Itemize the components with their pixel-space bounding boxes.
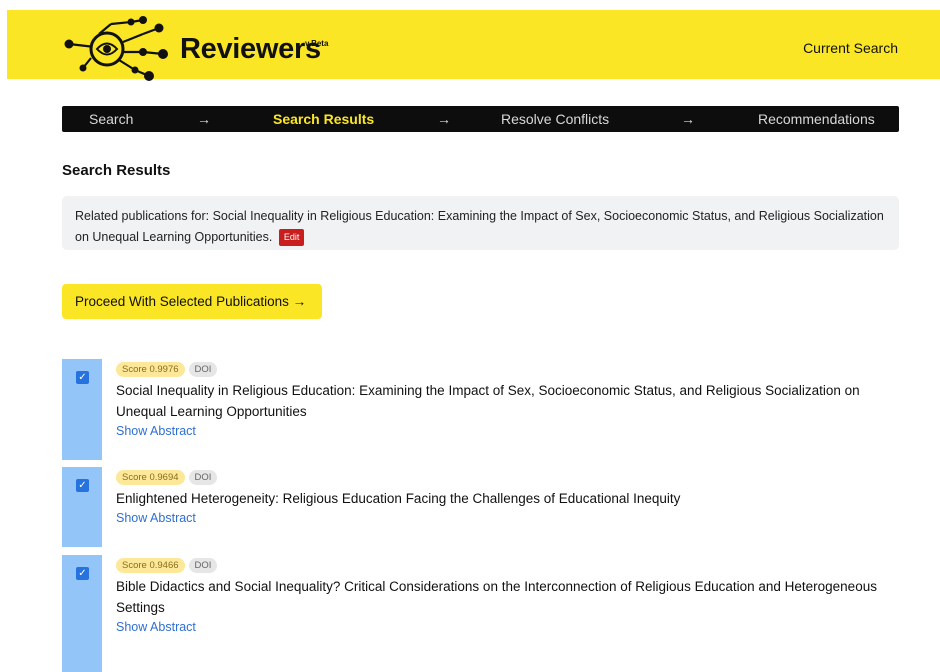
- step-arrow-icon: →: [437, 111, 451, 127]
- query-prefix: Related publications for:: [75, 209, 210, 223]
- badges-row: Score 0.9694 DOI: [116, 467, 896, 485]
- select-checkbox[interactable]: ✓: [76, 371, 89, 384]
- publication-body: Score 0.9976 DOI Social Inequality in Rel…: [116, 359, 896, 440]
- show-abstract-link[interactable]: Show Abstract: [116, 424, 196, 438]
- score-badge: Score 0.9694: [116, 470, 185, 485]
- step-recommendations[interactable]: Recommendations: [758, 111, 875, 127]
- publication-title: Enlightened Heterogeneity: Religious Edu…: [116, 491, 681, 506]
- score-badge: Score 0.9976: [116, 362, 185, 377]
- select-checkbox[interactable]: ✓: [76, 479, 89, 492]
- publication-title: Bible Didactics and Social Inequality? C…: [116, 579, 877, 615]
- step-arrow-icon: →: [197, 111, 211, 127]
- publication-body: Score 0.9466 DOI Bible Didactics and Soci…: [116, 555, 896, 636]
- selection-bar[interactable]: ✓: [62, 467, 102, 547]
- select-checkbox[interactable]: ✓: [76, 567, 89, 580]
- page-title: Search Results: [62, 162, 171, 179]
- proceed-button[interactable]: Proceed With Selected Publications →: [62, 284, 322, 319]
- publication-title: Social Inequality in Religious Education…: [116, 383, 860, 419]
- network-logo-icon: [64, 16, 168, 81]
- top-header: Reviewers v.Beta Current Search: [7, 10, 940, 81]
- step-search[interactable]: Search: [89, 111, 133, 127]
- show-abstract-link[interactable]: Show Abstract: [116, 620, 196, 634]
- brand-name[interactable]: Reviewers: [180, 33, 321, 66]
- badges-row: Score 0.9976 DOI: [116, 359, 896, 377]
- selection-bar[interactable]: ✓: [62, 359, 102, 460]
- step-search-results[interactable]: Search Results: [273, 111, 374, 127]
- current-search-link[interactable]: Current Search: [803, 40, 898, 56]
- doi-badge[interactable]: DOI: [188, 362, 218, 377]
- edit-query-button[interactable]: Edit: [278, 229, 305, 246]
- step-resolve-conflicts[interactable]: Resolve Conflicts: [501, 111, 609, 127]
- step-arrow-icon: →: [681, 111, 695, 127]
- score-badge: Score 0.9466: [116, 558, 185, 573]
- progress-stepper: Search → Search Results → Resolve Confli…: [62, 106, 899, 132]
- query-summary: Related publications for: Social Inequal…: [62, 196, 899, 250]
- publication-item[interactable]: ✓ Score 0.9694 DOI Enlightened Heterogene…: [62, 467, 902, 547]
- selection-bar[interactable]: ✓: [62, 555, 102, 672]
- show-abstract-link[interactable]: Show Abstract: [116, 511, 196, 525]
- publication-item[interactable]: ✓ Score 0.9466 DOI Bible Didactics and So…: [62, 555, 902, 672]
- publication-body: Score 0.9694 DOI Enlightened Heterogeneit…: [116, 467, 896, 527]
- badges-row: Score 0.9466 DOI: [116, 555, 896, 573]
- doi-badge[interactable]: DOI: [188, 558, 218, 573]
- version-label: v.Beta: [305, 39, 329, 48]
- doi-badge[interactable]: DOI: [188, 470, 218, 485]
- publication-item[interactable]: ✓ Score 0.9976 DOI Social Inequality in R…: [62, 359, 902, 460]
